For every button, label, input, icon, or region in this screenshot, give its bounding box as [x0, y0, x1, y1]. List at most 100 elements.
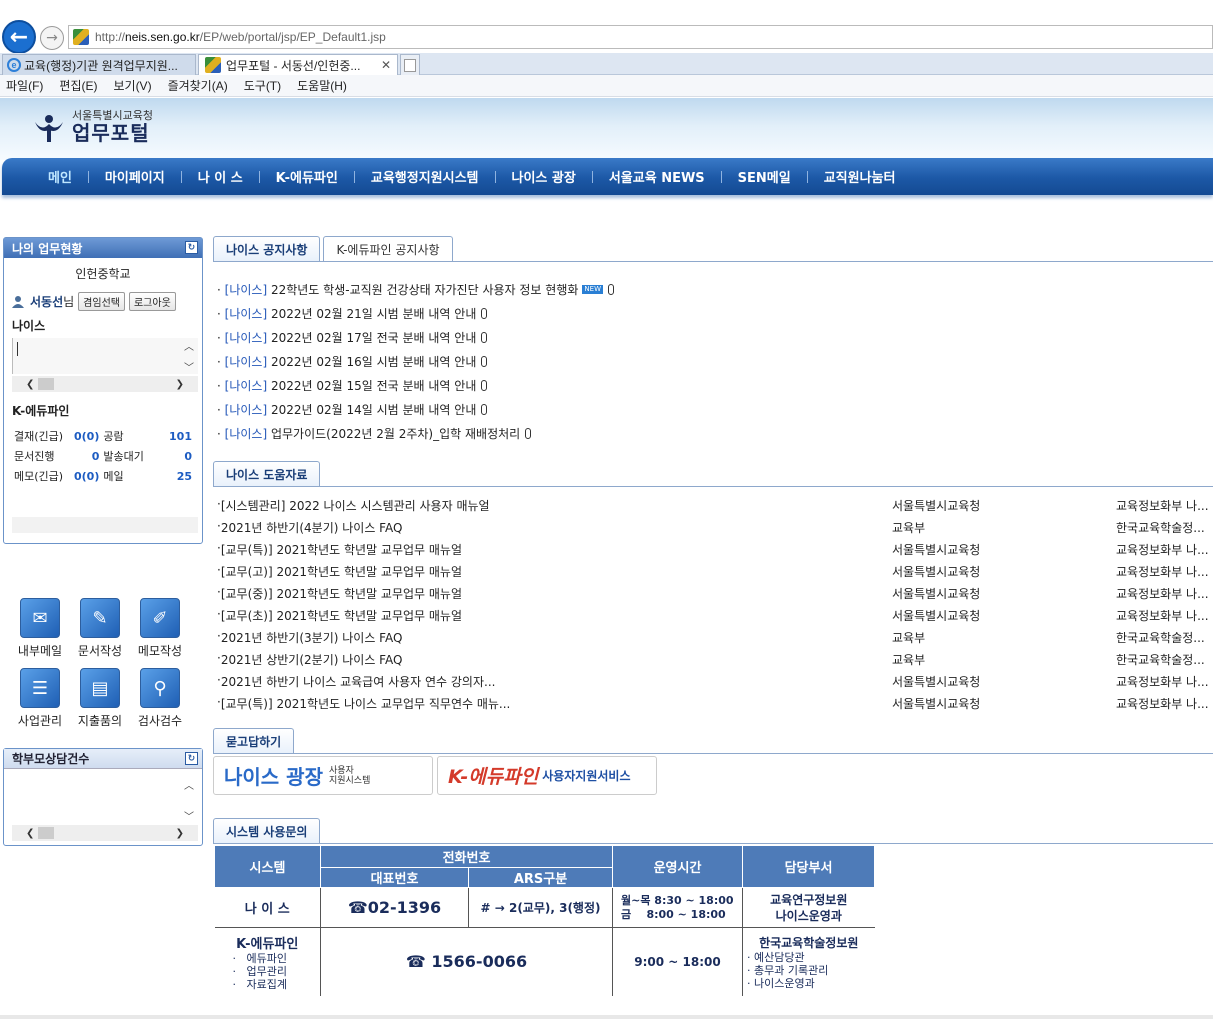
scroll-thumb[interactable] — [38, 378, 55, 390]
help-row[interactable]: · [교무(초)] 2021학년도 학년말 교무업무 매뉴얼 서울특별시교육청 교육… — [217, 607, 1213, 629]
tab-neis-help[interactable]: 나이스 도움자료 — [213, 461, 321, 486]
quick-expense[interactable]: ▤ 지출품의 — [70, 668, 130, 729]
stat-value[interactable]: 0(0) — [74, 427, 99, 445]
help-row[interactable]: · [시스템관리] 2022 나이스 시스템관리 사용자 매뉴얼 서울특별시교육청… — [217, 497, 1213, 519]
help-row[interactable]: · 2021년 상반기(2분기) 나이스 FAQ 교육부 한국교육학술정... — [217, 651, 1213, 673]
nav-neis[interactable]: 나 이 스 — [182, 167, 259, 186]
scroll-right-icon[interactable]: ❯ — [176, 828, 184, 839]
help-row[interactable]: · [교무(특)] 2021학년도 나이스 교무업무 직무연수 매뉴... 서울특… — [217, 695, 1213, 717]
quick-write-memo[interactable]: ✐ 메모작성 — [130, 598, 190, 659]
stat-value[interactable]: 0 — [161, 447, 192, 465]
text-cursor — [17, 342, 18, 356]
vertical-scrollbar[interactable]: ︿ ﹀ — [180, 777, 198, 823]
tab-system-inquiry[interactable]: 시스템 사용문의 — [213, 818, 321, 843]
quick-inspect[interactable]: ⚲ 검사검수 — [130, 668, 190, 729]
nav-staff-share[interactable]: 교직원나눔터 — [808, 167, 912, 186]
tab-qa[interactable]: 묻고답하기 — [213, 728, 295, 753]
help-row[interactable]: · 2021년 하반기(4분기) 나이스 FAQ 교육부 한국교육학술정... — [217, 519, 1213, 541]
logout-button[interactable]: 로그아웃 — [128, 292, 176, 311]
url-input[interactable]: http://neis.sen.go.kr/EP/web/portal/jsp/… — [68, 25, 1213, 49]
attachment-icon — [481, 404, 488, 415]
tab-eportal[interactable]: 업무포털 - 서동선/인헌중... ✕ — [198, 54, 398, 75]
header-dept: 담당부서 — [742, 845, 875, 888]
new-tab-button[interactable] — [400, 54, 420, 75]
vertical-scrollbar[interactable]: ︿ ﹀ — [180, 338, 198, 374]
help-row[interactable]: · [교무(특)] 2021학년도 학년말 교무업무 매뉴얼 서울특별시교육청 교육… — [217, 541, 1213, 563]
forward-button[interactable]: → — [40, 26, 64, 50]
stat-value[interactable]: 25 — [161, 467, 192, 485]
quick-write-document[interactable]: ✎ 문서작성 — [70, 598, 130, 659]
qa-tabs: 묻고답하기 — [213, 728, 297, 753]
stat-value[interactable]: 0(0) — [74, 467, 99, 485]
scroll-down-icon[interactable]: ﹀ — [184, 359, 194, 374]
edufine-section-title: K-에듀파인 — [12, 404, 70, 418]
tab-edufine-notice[interactable]: K-에듀파인 공지사항 — [323, 236, 453, 261]
menu-help[interactable]: 도움말(H) — [297, 77, 347, 94]
neis-section-title: 나이스 — [12, 319, 46, 333]
scroll-down-icon[interactable]: ﹀ — [184, 808, 194, 823]
tab-neis-notice[interactable]: 나이스 공지사항 — [213, 236, 321, 261]
scroll-thumb[interactable] — [38, 827, 55, 839]
nav-main[interactable]: 메인 — [32, 167, 88, 186]
scroll-up-icon[interactable]: ︿ — [184, 338, 194, 353]
nav-kedufine[interactable]: K-에듀파인 — [260, 167, 354, 186]
refresh-icon[interactable]: ↻ — [185, 752, 198, 765]
attachment-icon — [481, 332, 488, 343]
scroll-right-icon[interactable]: ❯ — [176, 379, 184, 390]
panel-title: 나의 업무현황 — [12, 241, 83, 256]
close-tab-icon[interactable]: ✕ — [381, 58, 391, 72]
notice-item[interactable]: · [나이스] 22학년도 학생-교직원 건강상태 자가진단 사용자 정보 현행… — [217, 281, 614, 298]
tab-remote-support[interactable]: e 교육(행정)기관 원격업무지원... — [2, 54, 196, 75]
menu-view[interactable]: 보기(V) — [113, 77, 151, 94]
nav-admin-support[interactable]: 교육행정지원시스템 — [355, 167, 495, 186]
menu-favorites[interactable]: 즐겨찾기(A) — [168, 77, 228, 94]
stat-value[interactable]: 101 — [161, 427, 192, 445]
parent-list-box[interactable]: ︿ ﹀ — [12, 777, 198, 823]
horizontal-scrollbar[interactable]: ❮ ❯ — [12, 376, 198, 392]
refresh-icon[interactable]: ↻ — [185, 241, 198, 254]
header-main-number: 대표번호 — [320, 867, 469, 888]
quick-internal-mail[interactable]: ✉ 내부메일 — [10, 598, 70, 659]
menu-tools[interactable]: 도구(T) — [244, 77, 281, 94]
help-row[interactable]: · [교무(고)] 2021학년도 학년말 교무업무 매뉴얼 서울특별시교육청 교육… — [217, 563, 1213, 585]
neis-plaza-banner[interactable]: 나이스 광장 사용자 지원시스템 — [213, 756, 433, 795]
notice-item[interactable]: · [나이스] 업무가이드(2022년 2월 2주차)_입학 재배정처리 — [217, 425, 532, 442]
nav-seoul-news[interactable]: 서울교육 NEWS — [593, 167, 721, 186]
horizontal-scrollbar[interactable]: ❮ ❯ — [12, 825, 198, 841]
scroll-up-icon[interactable]: ︿ — [184, 777, 194, 792]
notice-item[interactable]: · [나이스] 2022년 02월 15일 전국 분배 내역 안내 — [217, 377, 488, 394]
edufine-support-banner[interactable]: K-에듀파인 사용자지원서비스 — [437, 756, 657, 795]
stat-value[interactable]: 0 — [74, 447, 100, 465]
notice-item[interactable]: · [나이스] 2022년 02월 17일 전국 분배 내역 안내 — [217, 329, 488, 346]
notice-item[interactable]: · [나이스] 2022년 02월 14일 시범 분배 내역 안내 — [217, 401, 488, 418]
menu-bar: 파일(F) 편집(E) 보기(V) 즐겨찾기(A) 도구(T) 도움말(H) — [0, 75, 1213, 97]
scroll-left-icon[interactable]: ❮ — [26, 828, 34, 839]
address-bar-area: ← → http://neis.sen.go.kr/EP/web/portal/… — [0, 18, 1213, 58]
menu-file[interactable]: 파일(F) — [6, 77, 43, 94]
help-row[interactable]: · 2021년 하반기 나이스 교육급여 사용자 연수 강의자... 서울특별시교… — [217, 673, 1213, 695]
site-logo[interactable]: 서울특별시교육청 업무포털 — [32, 110, 153, 144]
scroll-left-icon[interactable]: ❮ — [26, 379, 34, 390]
menu-edit[interactable]: 편집(E) — [59, 77, 97, 94]
site-favicon-icon — [205, 57, 221, 73]
neis-phone: ☎02-1396 — [320, 887, 469, 928]
new-tab-icon — [404, 58, 416, 72]
nav-neis-plaza[interactable]: 나이스 광장 — [496, 167, 592, 186]
header-system: 시스템 — [214, 845, 321, 888]
tab-bar: e 교육(행정)기관 원격업무지원... 업무포털 - 서동선/인헌중... ✕ — [0, 53, 1213, 75]
nav-mypage[interactable]: 마이페이지 — [89, 167, 181, 186]
help-row[interactable]: · 2021년 하반기(3분기) 나이스 FAQ 교육부 한국교육학술정... — [217, 629, 1213, 651]
site-title: 업무포털 — [72, 121, 150, 145]
school-name: 인헌중학교 — [75, 267, 131, 281]
back-button[interactable]: ← — [2, 20, 36, 54]
stat-row: 문서진행 0 발송대기 0 — [14, 447, 192, 465]
notice-tabs: 나이스 공지사항 K-에듀파인 공지사항 — [213, 236, 456, 261]
nav-sen-mail[interactable]: SEN메일 — [722, 167, 807, 186]
concurrent-select-button[interactable]: 겸임선택 — [78, 292, 125, 311]
header-phone: 전화번호 — [320, 845, 613, 868]
quick-project[interactable]: ☰ 사업관리 — [10, 668, 70, 729]
notice-item[interactable]: · [나이스] 2022년 02월 16일 시범 분배 내역 안내 — [217, 353, 488, 370]
neis-list-box[interactable]: ︿ ﹀ — [12, 338, 198, 374]
help-row[interactable]: · [교무(중)] 2021학년도 학년말 교무업무 매뉴얼 서울특별시교육청 교육… — [217, 585, 1213, 607]
notice-item[interactable]: · [나이스] 2022년 02월 21일 시범 분배 내역 안내 — [217, 305, 488, 322]
